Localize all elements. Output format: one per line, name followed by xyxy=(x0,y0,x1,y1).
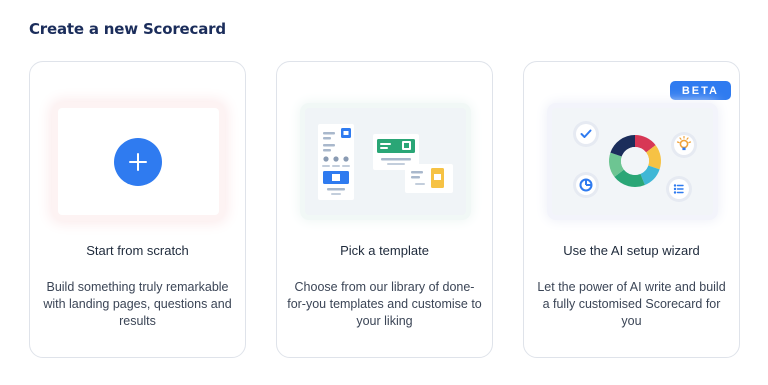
card-title: Use the AI setup wizard xyxy=(563,243,700,258)
plus-icon xyxy=(114,138,162,186)
scratch-illustration xyxy=(58,108,219,215)
card-description: Build something truly remarkable with la… xyxy=(43,280,232,328)
page-title: Create a new Scorecard xyxy=(29,20,226,38)
card-title: Pick a template xyxy=(340,243,429,258)
start-from-scratch-card[interactable]: Start from scratch Build something truly… xyxy=(29,61,246,358)
card-description: Let the power of AI write and build a fu… xyxy=(537,280,726,328)
beta-badge: BETA xyxy=(669,81,731,100)
card-description: Choose from our library of done-for-you … xyxy=(287,280,482,328)
pick-a-template-card[interactable]: Pick a template Choose from our library … xyxy=(276,61,493,358)
card-title: Start from scratch xyxy=(86,243,189,258)
ai-wizard-illustration xyxy=(552,108,713,215)
ai-wizard-mockup-icon xyxy=(573,121,697,202)
template-illustration xyxy=(305,108,466,215)
ai-setup-wizard-card[interactable]: BETA Use the AI setup wizard Let the pow… xyxy=(523,61,740,358)
template-mockup-icon xyxy=(318,124,453,200)
